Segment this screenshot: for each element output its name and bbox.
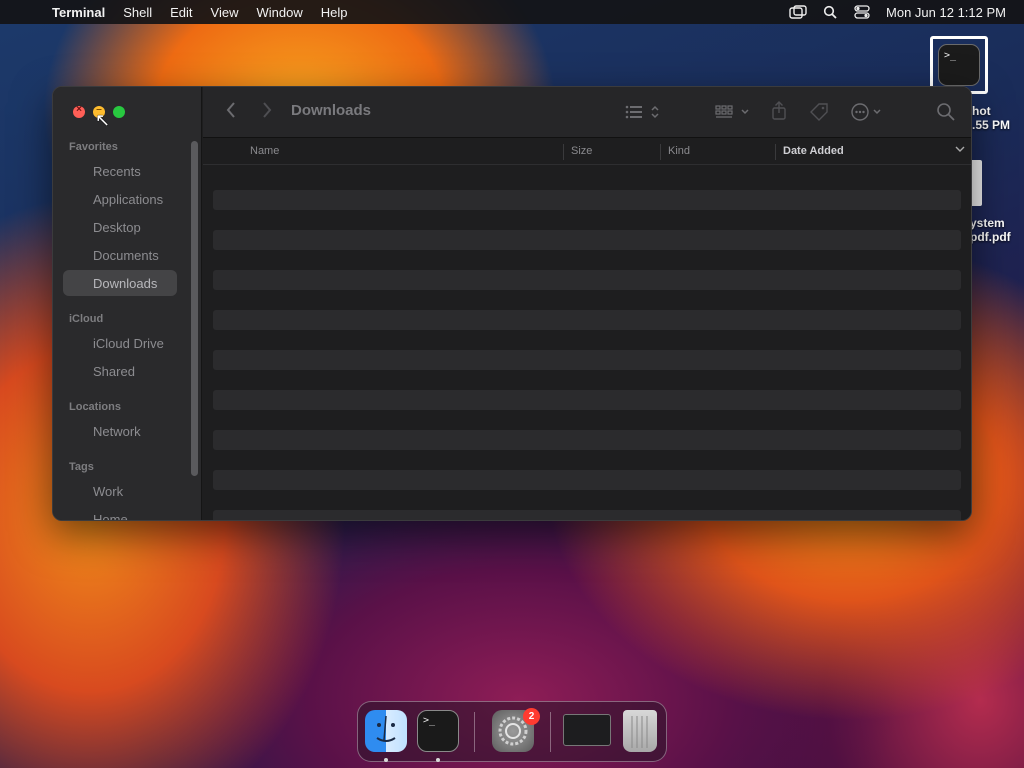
sidebar-item-tag-home[interactable]: Home: [63, 506, 177, 521]
running-indicator: [384, 758, 388, 762]
menu-view[interactable]: View: [202, 5, 248, 20]
table-row[interactable]: [213, 310, 961, 330]
more-actions-icon[interactable]: [850, 102, 886, 127]
table-row[interactable]: [213, 270, 961, 290]
column-divider[interactable]: [775, 144, 776, 160]
notification-badge: 2: [523, 708, 540, 725]
sidebar-item-tag-work[interactable]: Work: [63, 478, 177, 504]
sidebar-header-favorites: Favorites: [69, 141, 118, 153]
table-row[interactable]: [213, 350, 961, 370]
desktop-item-label[interactable]: hot .55 PM: [972, 104, 1010, 132]
screen-mirroring-icon[interactable]: [782, 5, 814, 19]
column-header-date-added[interactable]: Date Added: [783, 145, 844, 157]
finder-window: × – ↖ Favorites Recents Applications Des…: [52, 86, 972, 521]
back-icon[interactable]: [225, 101, 237, 124]
dock: >_ 2: [357, 701, 667, 762]
zoom-button[interactable]: [113, 106, 125, 118]
table-row[interactable]: [213, 190, 961, 210]
sidebar-header-tags: Tags: [69, 461, 94, 473]
window-title: Downloads: [291, 102, 372, 119]
column-header-row: Name Size Kind Date Added: [203, 139, 971, 165]
spotlight-search-icon[interactable]: [814, 5, 846, 19]
sidebar-item-downloads[interactable]: Downloads: [63, 270, 177, 296]
dock-separator: [474, 712, 475, 752]
sidebar-item-documents[interactable]: Documents: [63, 242, 177, 268]
menu-clock[interactable]: Mon Jun 12 1:12 PM: [878, 5, 1024, 20]
table-row[interactable]: [213, 430, 961, 450]
finder-dock-icon[interactable]: [365, 710, 407, 752]
list-view-icon[interactable]: [625, 104, 663, 125]
table-row[interactable]: [213, 470, 961, 490]
tag-icon[interactable]: [809, 102, 829, 127]
sidebar-item-icloud-drive[interactable]: iCloud Drive: [63, 330, 177, 356]
sidebar-item-shared[interactable]: Shared: [63, 358, 177, 384]
menu-shell[interactable]: Shell: [114, 5, 161, 20]
sidebar-item-network[interactable]: Network: [63, 418, 177, 444]
finder-toolbar: Downloads: [203, 87, 971, 138]
column-header-name[interactable]: Name: [250, 145, 279, 157]
desktop-item-label[interactable]: ystem pdf.pdf: [970, 216, 1011, 244]
control-center-icon[interactable]: [846, 5, 878, 19]
system-settings-dock-icon[interactable]: 2: [492, 708, 540, 752]
running-indicator: [436, 758, 440, 762]
table-row[interactable]: [213, 390, 961, 410]
sidebar-item-recents[interactable]: Recents: [63, 158, 177, 184]
menu-edit[interactable]: Edit: [161, 5, 201, 20]
menu-app-name[interactable]: Terminal: [52, 5, 114, 20]
close-button[interactable]: ×: [73, 104, 85, 118]
finder-content: Downloads Name Size Kind Date Added: [203, 87, 971, 520]
menu-help[interactable]: Help: [312, 5, 357, 20]
sort-chevron-down-icon[interactable]: [955, 144, 965, 157]
terminal-dock-icon[interactable]: >_: [417, 710, 459, 752]
sidebar-header-icloud: iCloud: [69, 313, 104, 325]
sidebar-header-locations: Locations: [69, 401, 121, 413]
group-view-icon[interactable]: [715, 104, 751, 125]
menu-window[interactable]: Window: [248, 5, 312, 20]
column-divider[interactable]: [660, 144, 661, 160]
mouse-pointer-icon: ↖: [95, 110, 111, 130]
search-icon[interactable]: [936, 102, 956, 127]
sidebar-item-desktop[interactable]: Desktop: [63, 214, 177, 240]
file-list: [213, 166, 961, 520]
trash-dock-icon[interactable]: [623, 710, 657, 752]
sidebar-scrollbar[interactable]: [191, 141, 198, 476]
share-icon[interactable]: [770, 101, 788, 126]
column-header-size[interactable]: Size: [571, 145, 592, 157]
sidebar-item-applications[interactable]: Applications: [63, 186, 177, 212]
terminal-icon: >_: [938, 44, 980, 86]
forward-icon[interactable]: [261, 101, 273, 124]
table-row[interactable]: [213, 510, 961, 520]
column-divider[interactable]: [563, 144, 564, 160]
window-preview-dock-icon[interactable]: [563, 714, 611, 746]
table-row[interactable]: [213, 230, 961, 250]
dock-separator: [550, 712, 551, 752]
menu-bar: Terminal Shell Edit View Window Help Mon…: [0, 0, 1024, 24]
column-header-kind[interactable]: Kind: [668, 145, 690, 157]
finder-sidebar: × – ↖ Favorites Recents Applications Des…: [53, 87, 202, 520]
